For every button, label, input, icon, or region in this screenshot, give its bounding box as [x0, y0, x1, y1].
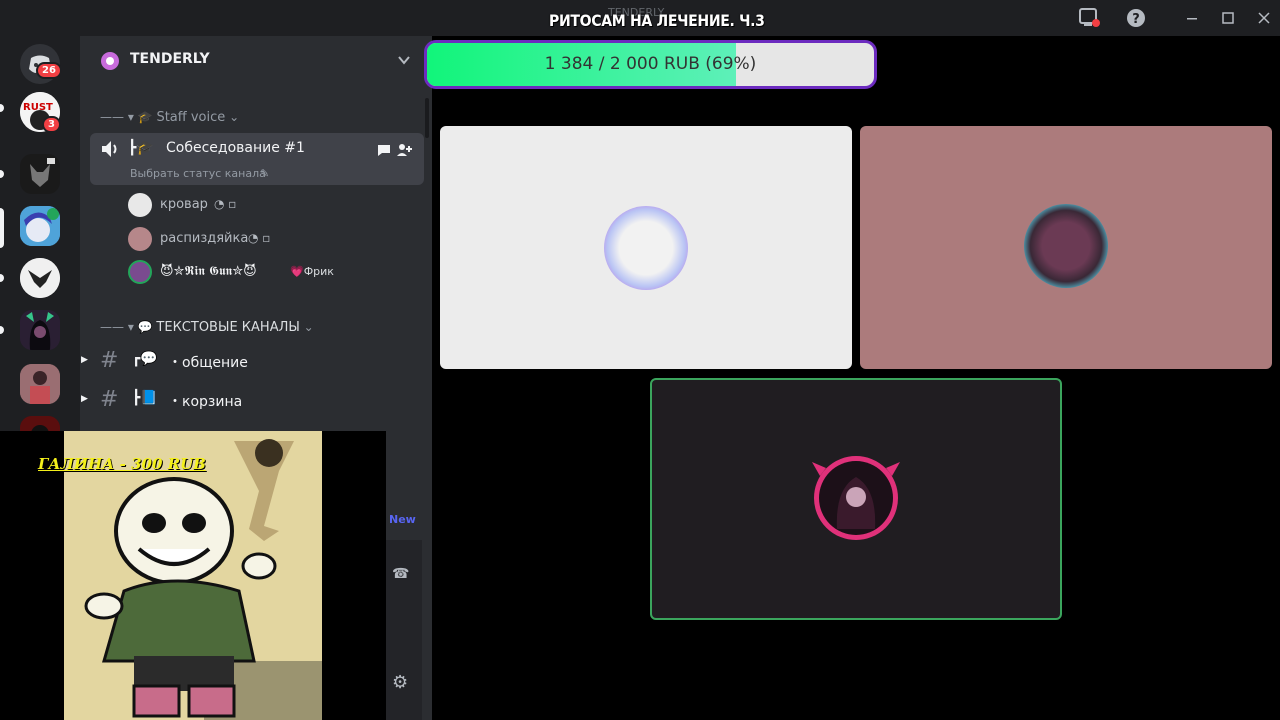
alert-image — [64, 431, 322, 720]
guild-name: TENDERLY — [130, 51, 210, 67]
voice-user[interactable]: 😈✮𝕽𝖎𝖓 𝕲𝖚𝖓✮😈 💗Фрик — [128, 258, 418, 286]
invite-member-icon[interactable] — [396, 142, 412, 162]
avatar — [128, 227, 152, 251]
user-role-tag: 💗Фрик — [290, 265, 334, 278]
new-messages-tag[interactable]: New — [389, 513, 416, 526]
voice-category-header[interactable]: —— ▾ 🎓 Staff voice ⌄ — [100, 110, 239, 125]
text-channel-obshenie[interactable]: ・общение — [168, 352, 248, 372]
guild-header[interactable]: TENDERLY — [80, 36, 432, 84]
participant-tile-speaking[interactable] — [650, 378, 1062, 620]
server-anime[interactable] — [20, 206, 60, 246]
voice-channel-prefix: ┣🎓 — [128, 140, 154, 156]
title-bar: TENDERLY РИТОСАМ НА ЛЕЧЕНИЕ. Ч.3 ? — [0, 0, 1280, 36]
chat-bubble-icon[interactable] — [376, 142, 392, 162]
selected-pill — [0, 208, 4, 248]
chat-icon: 💬 — [137, 320, 157, 334]
graduation-cap-icon: 🎓 — [137, 110, 153, 124]
voice-user-name: 😈✮𝕽𝖎𝖓 𝕲𝖚𝖓✮😈 — [160, 264, 257, 279]
disconnect-icon[interactable]: ☎ — [392, 566, 409, 582]
rust-logo-text: RUST — [23, 102, 53, 113]
server-emblem[interactable] — [20, 258, 60, 298]
guild-flower-icon — [100, 51, 120, 75]
server-wolf[interactable] — [20, 154, 60, 194]
voice-channel-active[interactable]: ┣🎓 Собеседование #1 Выбрать статус канал… — [90, 133, 424, 185]
muted-icons: ◔ ▫ — [248, 231, 271, 245]
unread-pill — [0, 104, 4, 112]
unread-pill — [0, 274, 4, 282]
server-dark-anime[interactable] — [20, 310, 60, 350]
help-icon[interactable]: ? — [1125, 8, 1147, 28]
donation-alert-label: ГАЛИНА - 300 RUB — [38, 455, 206, 473]
avatar — [128, 193, 152, 217]
horns-icon — [808, 454, 904, 482]
voice-user[interactable]: кровар ◔ ▫ — [128, 191, 408, 219]
category-line: —— ▾ — [100, 320, 138, 334]
text-channel-prefix: ┏💬 — [132, 351, 158, 367]
text-channel-prefix: ┣📘 — [132, 390, 158, 406]
channel-status-link[interactable]: Выбрать статус канала — [130, 167, 266, 180]
text-channel-korzina[interactable]: ・корзина — [168, 391, 242, 411]
close-icon[interactable] — [1255, 9, 1273, 27]
voice-user[interactable]: распиздяйка ◔ ▫ — [128, 225, 408, 253]
muted-icons: ◔ ▫ — [214, 197, 237, 211]
unread-pill — [0, 170, 4, 178]
category-line: —— ▾ — [100, 110, 138, 124]
gear-icon[interactable]: ⚙ — [392, 672, 408, 693]
voice-user-name: распиздяйка — [160, 231, 249, 246]
chevron-down-icon: ⌄ — [303, 320, 314, 334]
participant-tile[interactable] — [860, 126, 1272, 369]
unread-dot: ▶ — [81, 394, 88, 404]
pencil-icon[interactable]: ✎ — [260, 167, 269, 180]
user-panel: ☎ ⚙ — [386, 540, 422, 720]
inbox-icon[interactable] — [1079, 8, 1101, 28]
sidebar-scrollbar[interactable] — [425, 98, 429, 138]
participant-avatar — [1024, 204, 1108, 288]
donation-progress-text: 1 384 / 2 000 RUB (69%) — [544, 54, 757, 74]
voice-channel-name: Собеседование #1 — [166, 140, 305, 156]
unread-dot: ▶ — [81, 355, 88, 365]
unread-pill — [0, 326, 4, 334]
rust-unread-badge: 3 — [42, 116, 61, 133]
avatar — [128, 260, 152, 284]
server-photo[interactable] — [20, 364, 60, 404]
donation-alert-overlay — [0, 431, 386, 720]
svg-text:?: ? — [1132, 12, 1140, 27]
chevron-down-icon[interactable] — [397, 52, 411, 71]
window-title: РИТОСАМ НА ЛЕЧЕНИЕ. Ч.3 — [549, 11, 765, 30]
text-category-header[interactable]: —— ▾ 💬 ТЕКСТОВЫЕ КАНАЛЫ ⌄ — [100, 320, 314, 335]
participant-avatar — [604, 206, 688, 290]
minimize-icon[interactable] — [1183, 9, 1201, 27]
voice-category-label: Staff voice — [156, 110, 226, 125]
maximize-icon[interactable] — [1219, 9, 1237, 27]
text-category-label: ТЕКСТОВЫЕ КАНАЛЫ — [156, 320, 300, 335]
donation-progress-bar: 1 384 / 2 000 RUB (69%) — [424, 40, 877, 89]
hash-icon: # — [100, 387, 119, 412]
voice-user-name: кровар — [160, 197, 208, 212]
home-unread-badge: 26 — [36, 62, 62, 79]
speaker-icon — [100, 139, 122, 163]
participant-tile[interactable] — [440, 126, 852, 369]
hash-icon: # — [100, 348, 119, 373]
chevron-down-icon: ⌄ — [229, 110, 240, 124]
app-root: TENDERLY РИТОСАМ НА ЛЕЧЕНИЕ. Ч.3 ? 26 RU… — [0, 0, 1280, 720]
